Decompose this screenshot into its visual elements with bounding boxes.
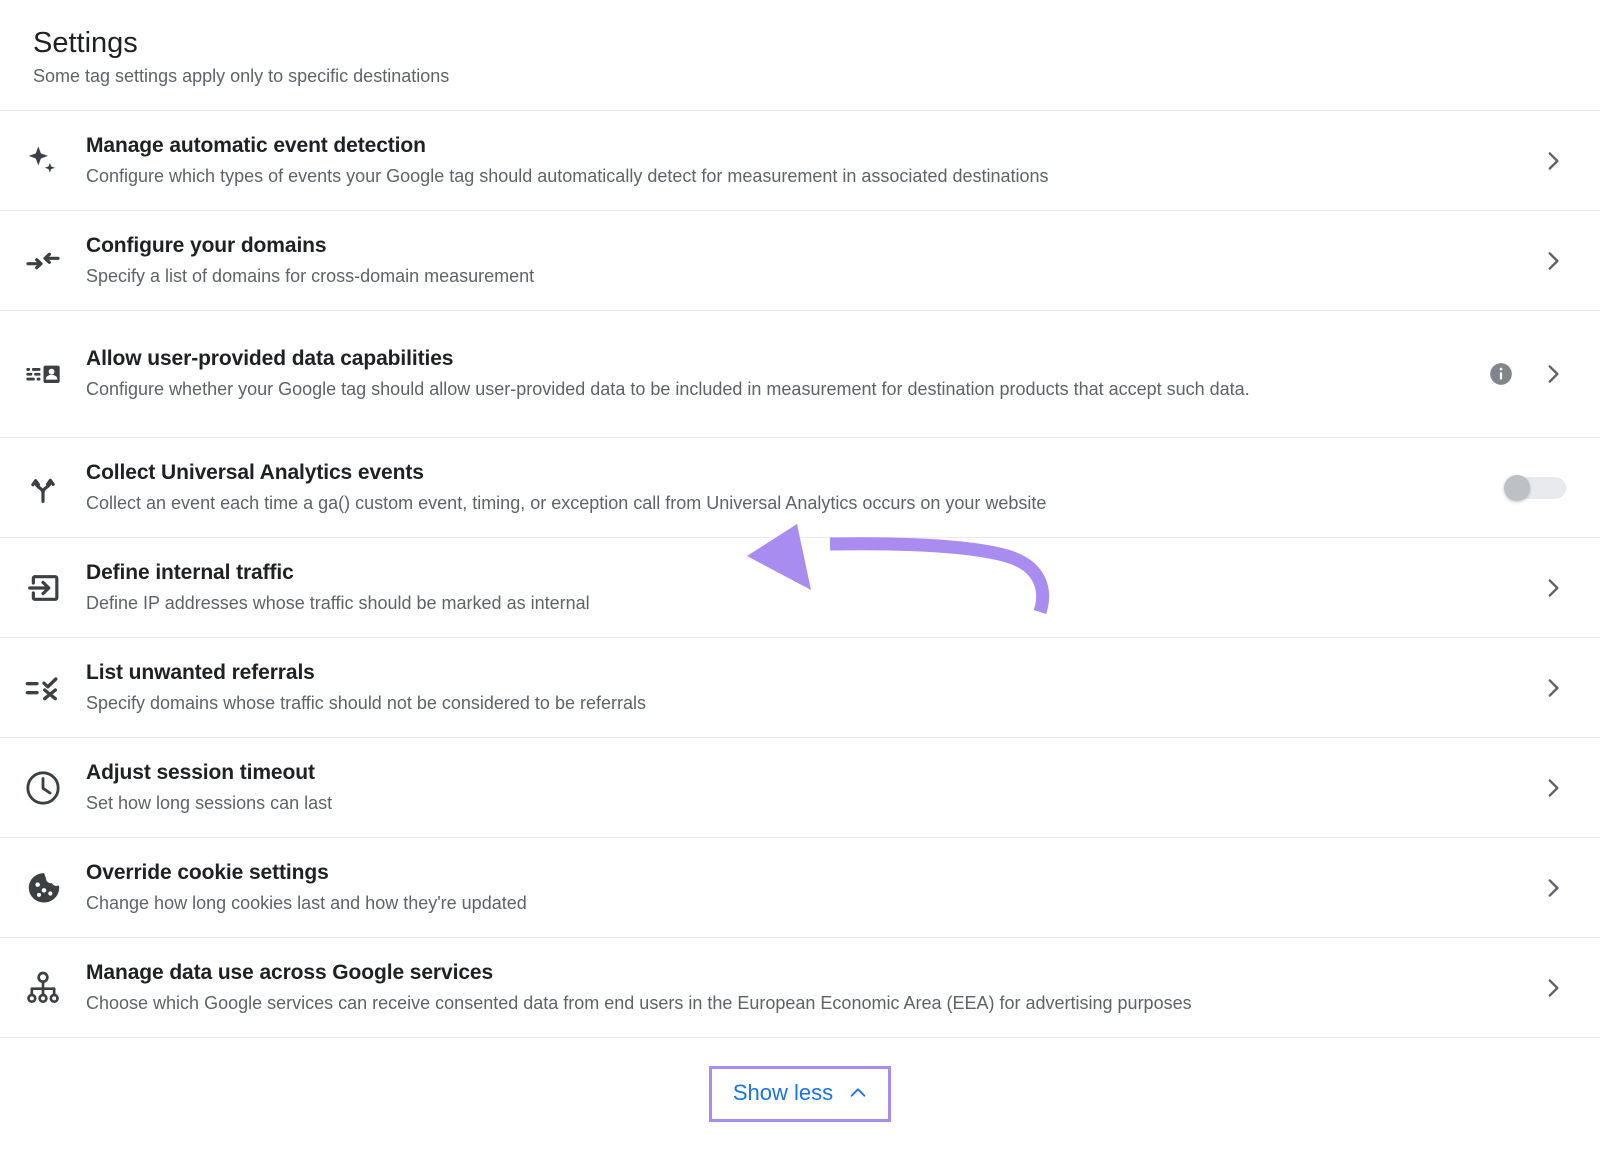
collect-ua-events-toggle[interactable] — [1504, 475, 1566, 501]
sparkle-auto-awesome-icon — [0, 141, 86, 181]
setting-row-trailing — [1540, 148, 1566, 174]
setting-row-trailing — [1540, 875, 1566, 901]
setting-row-trailing — [1504, 475, 1566, 501]
branching-arrows-icon — [0, 468, 86, 508]
setting-description: Specify a list of domains for cross-doma… — [86, 262, 1416, 290]
setting-title: Override cookie settings — [86, 859, 1520, 887]
setting-description: Define IP addresses whose traffic should… — [86, 589, 1416, 617]
setting-row-trailing — [1540, 675, 1566, 701]
chevron-right-icon[interactable] — [1540, 361, 1566, 387]
checklist-check-cross-icon — [0, 668, 86, 708]
chevron-right-icon[interactable] — [1540, 248, 1566, 274]
setting-description: Configure which types of events your Goo… — [86, 162, 1416, 190]
setting-description: Configure whether your Google tag should… — [86, 375, 1416, 403]
setting-title: Allow user-provided data capabilities — [86, 345, 1468, 373]
chevron-right-icon[interactable] — [1540, 875, 1566, 901]
setting-row-trailing — [1540, 975, 1566, 1001]
login-arrow-box-icon — [0, 568, 86, 608]
list-footer: Show less — [0, 1038, 1600, 1150]
cross-domain-arrows-icon — [0, 241, 86, 281]
setting-row-trailing — [1540, 248, 1566, 274]
setting-title: Adjust session timeout — [86, 759, 1520, 787]
setting-row-trailing — [1540, 575, 1566, 601]
cookie-icon — [0, 868, 86, 908]
setting-row-override-cookie-settings[interactable]: Override cookie settings Change how long… — [0, 838, 1600, 938]
setting-title: Configure your domains — [86, 232, 1520, 260]
chevron-right-icon[interactable] — [1540, 575, 1566, 601]
chevron-right-icon[interactable] — [1540, 148, 1566, 174]
setting-row-text: Manage data use across Google services C… — [86, 959, 1540, 1017]
clock-icon — [0, 768, 86, 808]
setting-description: Collect an event each time a ga() custom… — [86, 489, 1416, 517]
setting-row-text: Adjust session timeout Set how long sess… — [86, 759, 1540, 817]
setting-row-manage-data-use-across-google-services[interactable]: Manage data use across Google services C… — [0, 938, 1600, 1038]
setting-row-text: Allow user-provided data capabilities Co… — [86, 345, 1488, 403]
contact-card-icon — [0, 354, 86, 394]
setting-row-text: Collect Universal Analytics events Colle… — [86, 459, 1504, 517]
setting-row-collect-universal-analytics-events[interactable]: Collect Universal Analytics events Colle… — [0, 438, 1600, 538]
setting-row-adjust-session-timeout[interactable]: Adjust session timeout Set how long sess… — [0, 738, 1600, 838]
setting-row-text: List unwanted referrals Specify domains … — [86, 659, 1540, 717]
setting-description: Specify domains whose traffic should not… — [86, 689, 1416, 717]
setting-title: List unwanted referrals — [86, 659, 1520, 687]
info-icon[interactable] — [1488, 361, 1514, 387]
page-subtitle: Some tag settings apply only to specific… — [33, 64, 1600, 88]
setting-row-allow-user-provided-data-capabilities[interactable]: Allow user-provided data capabilities Co… — [0, 311, 1600, 438]
setting-row-text: Configure your domains Specify a list of… — [86, 232, 1540, 290]
chevron-right-icon[interactable] — [1540, 975, 1566, 1001]
setting-row-text: Override cookie settings Change how long… — [86, 859, 1540, 917]
setting-description: Choose which Google services can receive… — [86, 989, 1416, 1017]
setting-title: Collect Universal Analytics events — [86, 459, 1484, 487]
setting-title: Manage data use across Google services — [86, 959, 1520, 987]
settings-page: Settings Some tag settings apply only to… — [0, 0, 1600, 1122]
show-less-button[interactable]: Show less — [721, 1074, 879, 1112]
setting-description: Change how long cookies last and how the… — [86, 889, 1416, 917]
setting-description: Set how long sessions can last — [86, 789, 1416, 817]
setting-row-trailing — [1540, 775, 1566, 801]
setting-row-define-internal-traffic[interactable]: Define internal traffic Define IP addres… — [0, 538, 1600, 638]
chevron-right-icon[interactable] — [1540, 675, 1566, 701]
account-tree-icon — [0, 968, 86, 1008]
setting-row-list-unwanted-referrals[interactable]: List unwanted referrals Specify domains … — [0, 638, 1600, 738]
setting-title: Define internal traffic — [86, 559, 1520, 587]
settings-list: Manage automatic event detection Configu… — [0, 110, 1600, 1038]
setting-row-manage-automatic-event-detection[interactable]: Manage automatic event detection Configu… — [0, 111, 1600, 211]
show-less-label: Show less — [733, 1078, 833, 1108]
setting-row-text: Define internal traffic Define IP addres… — [86, 559, 1540, 617]
setting-title: Manage automatic event detection — [86, 132, 1520, 160]
setting-row-configure-your-domains[interactable]: Configure your domains Specify a list of… — [0, 211, 1600, 311]
chevron-up-icon — [847, 1082, 869, 1104]
page-title: Settings — [33, 26, 1600, 60]
setting-row-trailing — [1488, 361, 1566, 387]
chevron-right-icon[interactable] — [1540, 775, 1566, 801]
page-header: Settings Some tag settings apply only to… — [0, 0, 1600, 110]
show-less-highlight-box: Show less — [709, 1066, 891, 1122]
setting-row-text: Manage automatic event detection Configu… — [86, 132, 1540, 190]
toggle-thumb — [1504, 475, 1530, 501]
